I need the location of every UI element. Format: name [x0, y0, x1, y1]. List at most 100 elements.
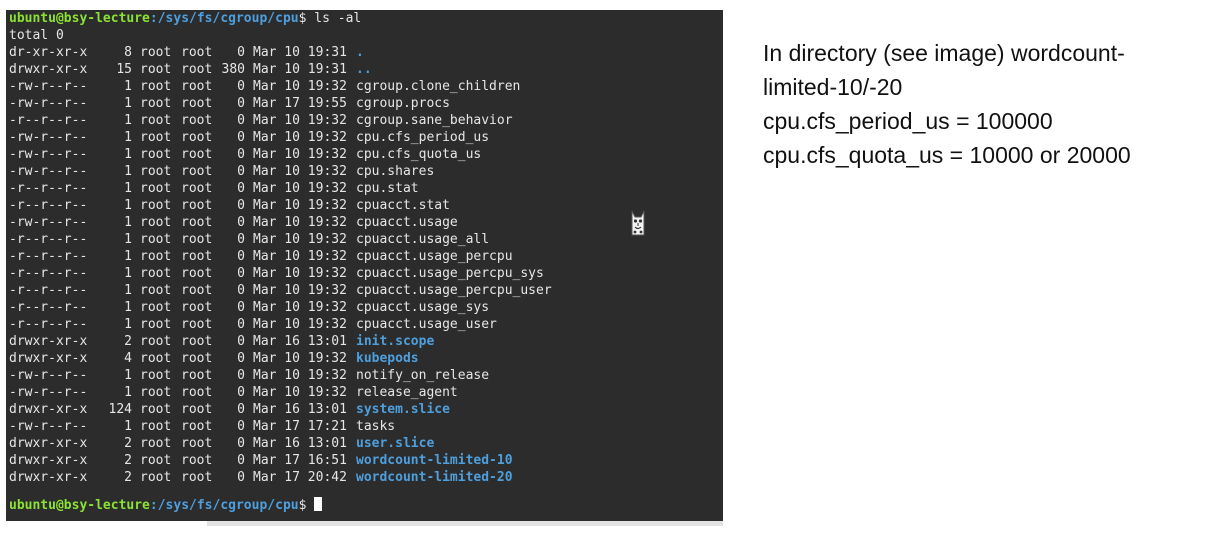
permissions: -rw-r--r--: [9, 147, 88, 162]
group: root: [181, 198, 213, 213]
permissions: -rw-r--r--: [9, 419, 88, 434]
prompt-input-line[interactable]: ubuntu@bsy-lecture:/sys/fs/cgroup/cpu$: [9, 497, 323, 514]
listing-row: -r--r--r-- 1 root root 0 Mar 10 19:32 cpuacct.…: [9, 265, 709, 282]
owner: root: [140, 79, 172, 94]
owner: root: [140, 45, 172, 60]
group: root: [181, 334, 213, 349]
listing-row: drwxr-xr-x 2 root root 0 Mar 16 13:01 user.sli…: [9, 435, 709, 452]
file-size: 0: [237, 164, 245, 179]
prompt-symbol: $: [298, 498, 307, 513]
file-name: cpuacct.usage_sys: [356, 300, 490, 315]
permissions: drwxr-xr-x: [9, 453, 88, 468]
listing-row: -rw-r--r-- 1 root root 0 Mar 17 17:21 tasks: [9, 418, 709, 435]
file-name: cpuacct.usage_user: [356, 317, 497, 332]
note-line-3: cpu.cfs_period_us = 100000: [763, 108, 1053, 134]
permissions: -r--r--r--: [9, 181, 88, 196]
file-size: 0: [237, 249, 245, 264]
owner: root: [140, 164, 172, 179]
modified-date: Mar 10 19:32: [253, 79, 347, 94]
note-line-4: cpu.cfs_quota_us = 10000 or 20000: [763, 142, 1131, 168]
listing-row: -r--r--r-- 1 root root 0 Mar 10 19:32 cpuacct.…: [9, 316, 709, 333]
owner: root: [140, 232, 172, 247]
file-name: cpu.stat: [356, 181, 419, 196]
group: root: [181, 419, 213, 434]
group: root: [181, 79, 213, 94]
group: root: [181, 470, 213, 485]
file-name: system.slice: [356, 402, 450, 417]
modified-date: Mar 10 19:32: [253, 266, 347, 281]
file-name: release_agent: [356, 385, 458, 400]
file-size: 0: [237, 96, 245, 111]
modified-date: Mar 10 19:32: [253, 385, 347, 400]
file-size: 0: [237, 130, 245, 145]
listing-row: drwxr-xr-x 124 root root 0 Mar 16 13:01 system…: [9, 401, 709, 418]
file-size: 0: [237, 453, 245, 468]
modified-date: Mar 10 19:32: [253, 181, 347, 196]
modified-date: Mar 10 19:32: [253, 130, 347, 145]
modified-date: Mar 16 13:01: [253, 402, 347, 417]
owner: root: [140, 351, 172, 366]
owner: root: [140, 436, 172, 451]
modified-date: Mar 17 17:21: [253, 419, 347, 434]
permissions: -r--r--r--: [9, 198, 88, 213]
file-name: kubepods: [356, 351, 419, 366]
terminal-window[interactable]: ubuntu@bsy-lecture:/sys/fs/cgroup/cpu$ l…: [6, 10, 723, 521]
owner: root: [140, 266, 172, 281]
listing-row: -r--r--r-- 1 root root 0 Mar 10 19:32 cpuacct.…: [9, 248, 709, 265]
permissions: -rw-r--r--: [9, 164, 88, 179]
permissions: drwxr-xr-x: [9, 470, 88, 485]
file-name: cpuacct.usage_percpu_user: [356, 283, 552, 298]
permissions: -r--r--r--: [9, 249, 88, 264]
prompt-command-line: ubuntu@bsy-lecture:/sys/fs/cgroup/cpu$ l…: [9, 10, 361, 27]
listing-row: -rw-r--r-- 1 root root 0 Mar 10 19:32 cpuacct.…: [9, 214, 709, 231]
owner: root: [140, 368, 172, 383]
listing-row: drwxr-xr-x 2 root root 0 Mar 17 20:42 wordcoun…: [9, 469, 709, 486]
owner: root: [140, 419, 172, 434]
group: root: [181, 164, 213, 179]
link-count: 1: [124, 215, 132, 230]
link-count: 1: [124, 113, 132, 128]
permissions: -r--r--r--: [9, 232, 88, 247]
total-line: total 0: [9, 28, 64, 43]
listing-row: -rw-r--r-- 1 root root 0 Mar 10 19:32 cgroup.c…: [9, 78, 709, 95]
link-count: 1: [124, 249, 132, 264]
modified-date: Mar 17 20:42: [253, 470, 347, 485]
link-count: 1: [124, 130, 132, 145]
file-size: 0: [237, 351, 245, 366]
cat-face-icon: [631, 210, 645, 236]
owner: root: [140, 249, 172, 264]
modified-date: Mar 10 19:32: [253, 249, 347, 264]
link-count: 1: [124, 147, 132, 162]
permissions: drwxr-xr-x: [9, 334, 88, 349]
file-size: 0: [237, 232, 245, 247]
modified-date: Mar 10 19:32: [253, 368, 347, 383]
group: root: [181, 96, 213, 111]
group: root: [181, 402, 213, 417]
file-name: .: [356, 45, 364, 60]
file-name: wordcount-limited-10: [356, 453, 513, 468]
permissions: -r--r--r--: [9, 317, 88, 332]
listing-row: dr-xr-xr-x 8 root root 0 Mar 10 19:31.: [9, 44, 709, 61]
modified-date: Mar 10 19:32: [253, 232, 347, 247]
listing-row: -r--r--r-- 1 root root 0 Mar 10 19:32 cpuacct.…: [9, 299, 709, 316]
modified-date: Mar 10 19:32: [253, 300, 347, 315]
listing-row: -rw-r--r-- 1 root root 0 Mar 10 19:32 cpu.cfs_…: [9, 129, 709, 146]
owner: root: [140, 147, 172, 162]
file-size: 0: [237, 402, 245, 417]
owner: root: [140, 62, 172, 77]
link-count: 1: [124, 96, 132, 111]
listing-row: -rw-r--r-- 1 root root 0 Mar 17 19:55 cgroup.p…: [9, 95, 709, 112]
file-name: cgroup.sane_behavior: [356, 113, 513, 128]
group: root: [181, 300, 213, 315]
permissions: -rw-r--r--: [9, 385, 88, 400]
file-size: 0: [237, 215, 245, 230]
owner: root: [140, 385, 172, 400]
link-count: 15: [116, 62, 132, 77]
link-count: 1: [124, 419, 132, 434]
group: root: [181, 283, 213, 298]
file-size: 0: [237, 181, 245, 196]
prompt-user-host: ubuntu@bsy-lecture: [9, 498, 150, 513]
owner: root: [140, 402, 172, 417]
file-size: 0: [237, 283, 245, 298]
modified-date: Mar 10 19:31: [253, 45, 347, 60]
